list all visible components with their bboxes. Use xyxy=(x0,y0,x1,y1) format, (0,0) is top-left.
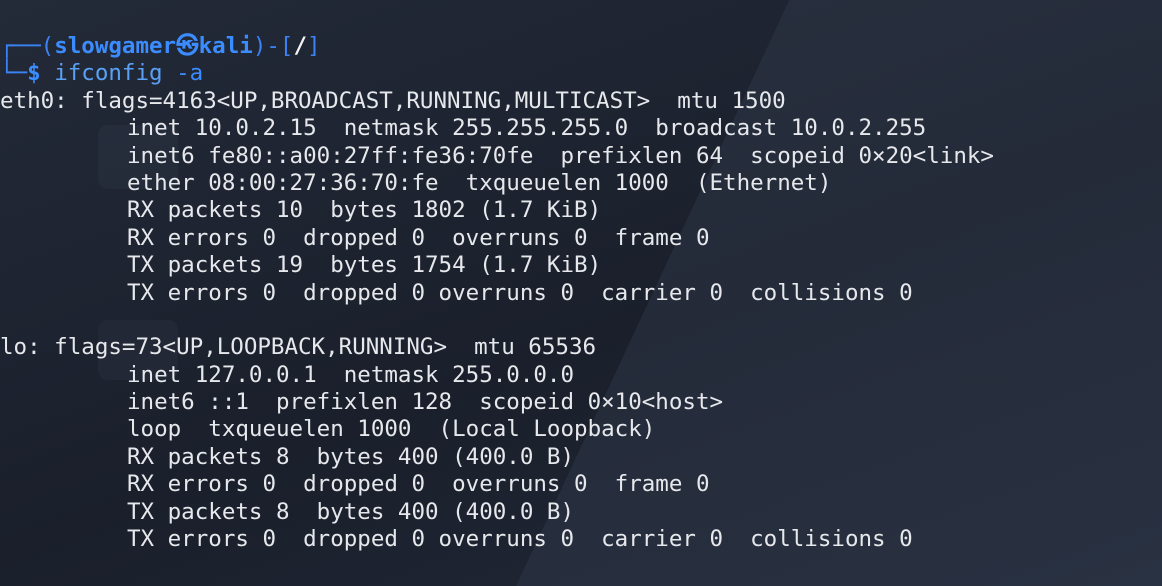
terminal-window[interactable]: ┌──(slowgamer㉿kali)-[/] └─$ ifconfig -a … xyxy=(0,0,1162,586)
command-text: ifconfig xyxy=(54,60,163,87)
lo-line: inet 127.0.0.1 netmask 255.0.0.0 xyxy=(127,361,575,388)
kali-at-icon: ㉿ xyxy=(176,33,199,59)
lo-line: RX packets 8 bytes 400 (400.0 B) xyxy=(127,443,575,470)
prompt-line-command: └─$ ifconfig -a xyxy=(0,60,1162,87)
lo-line: RX errors 0 dropped 0 overruns 0 frame 0 xyxy=(127,471,710,498)
eth0-header: eth0: flags=4163<UP,BROADCAST,RUNNING,MU… xyxy=(0,87,786,114)
lo-line: TX packets 8 bytes 400 (400.0 B) xyxy=(127,498,575,525)
prompt-host: kali xyxy=(198,33,253,59)
prompt-user: slowgamer xyxy=(54,33,177,59)
eth0-line: inet6 fe80::a00:27ff:fe36:70fe prefixlen… xyxy=(127,142,994,169)
lo-line: inet6 ::1 prefixlen 128 scopeid 0×10<hos… xyxy=(127,389,724,416)
prompt-line-top: ┌──(slowgamer㉿kali)-[/] xyxy=(0,33,1162,60)
lo-header: lo: flags=73<UP,LOOPBACK,RUNNING> mtu 65… xyxy=(0,334,597,361)
command-arg: -a xyxy=(176,60,204,87)
prompt-dollar: $ xyxy=(27,60,41,87)
eth0-line: TX packets 19 bytes 1754 (1.7 KiB) xyxy=(127,252,602,279)
eth0-line: RX errors 0 dropped 0 overruns 0 frame 0 xyxy=(127,224,710,251)
eth0-line: TX errors 0 dropped 0 overruns 0 carrier… xyxy=(127,279,913,306)
eth0-line: inet 10.0.2.15 netmask 255.255.255.0 bro… xyxy=(127,115,927,142)
eth0-line: RX packets 10 bytes 1802 (1.7 KiB) xyxy=(127,197,602,224)
lo-line: loop txqueuelen 1000 (Local Loopback) xyxy=(127,416,656,443)
eth0-line: ether 08:00:27:36:70:fe txqueuelen 1000 … xyxy=(127,169,832,196)
prompt-box-top: ┌──( xyxy=(0,33,55,59)
lo-line: TX errors 0 dropped 0 overruns 0 carrier… xyxy=(127,526,913,553)
prompt-box-bottom: └─ xyxy=(0,60,28,87)
prompt-bracket-close: ] xyxy=(307,33,321,59)
prompt-bracket-mid: )-[ xyxy=(252,33,294,59)
prompt-path: / xyxy=(293,33,307,59)
